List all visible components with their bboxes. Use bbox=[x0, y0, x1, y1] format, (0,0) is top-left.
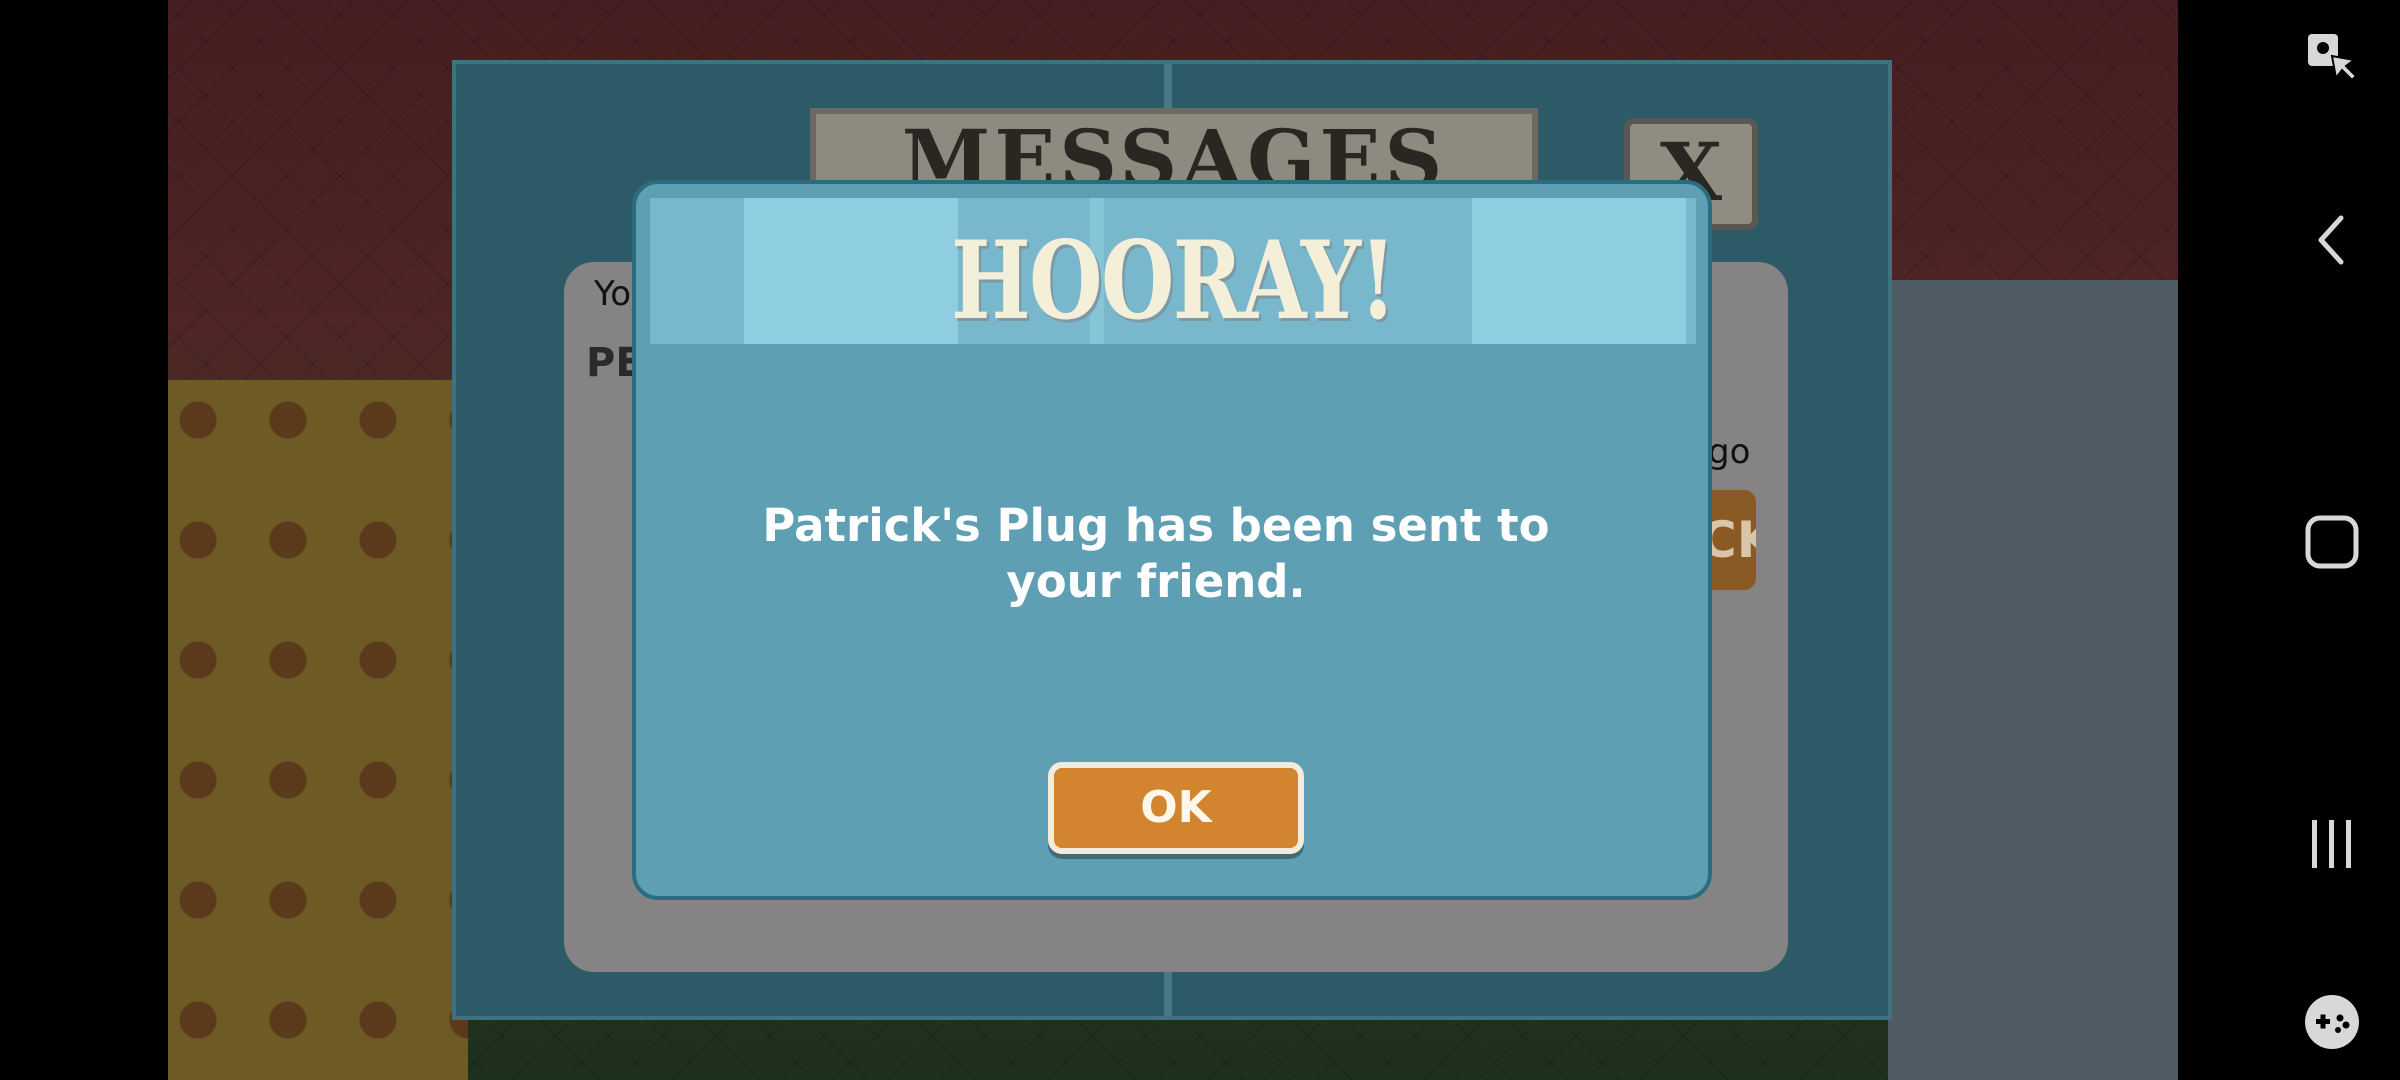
home-icon[interactable] bbox=[2300, 510, 2364, 574]
game-tools-icon[interactable] bbox=[2300, 990, 2364, 1054]
recents-icon[interactable] bbox=[2300, 812, 2364, 876]
accessibility-icon[interactable] bbox=[2300, 24, 2364, 88]
message-snippet: Yo bbox=[594, 274, 632, 314]
left-letterbox bbox=[0, 0, 168, 1080]
ok-button[interactable]: OK bbox=[1048, 762, 1304, 854]
hooray-modal: HOORAY! Patrick's Plug has been sent to … bbox=[632, 180, 1712, 900]
system-nav-bar bbox=[2178, 0, 2400, 1080]
modal-message: Patrick's Plug has been sent to your fri… bbox=[762, 499, 1550, 608]
back-icon[interactable] bbox=[2300, 208, 2364, 272]
modal-header: HOORAY! bbox=[650, 198, 1696, 344]
message-time: go bbox=[1708, 432, 1751, 472]
modal-title: HOORAY! bbox=[951, 218, 1396, 344]
